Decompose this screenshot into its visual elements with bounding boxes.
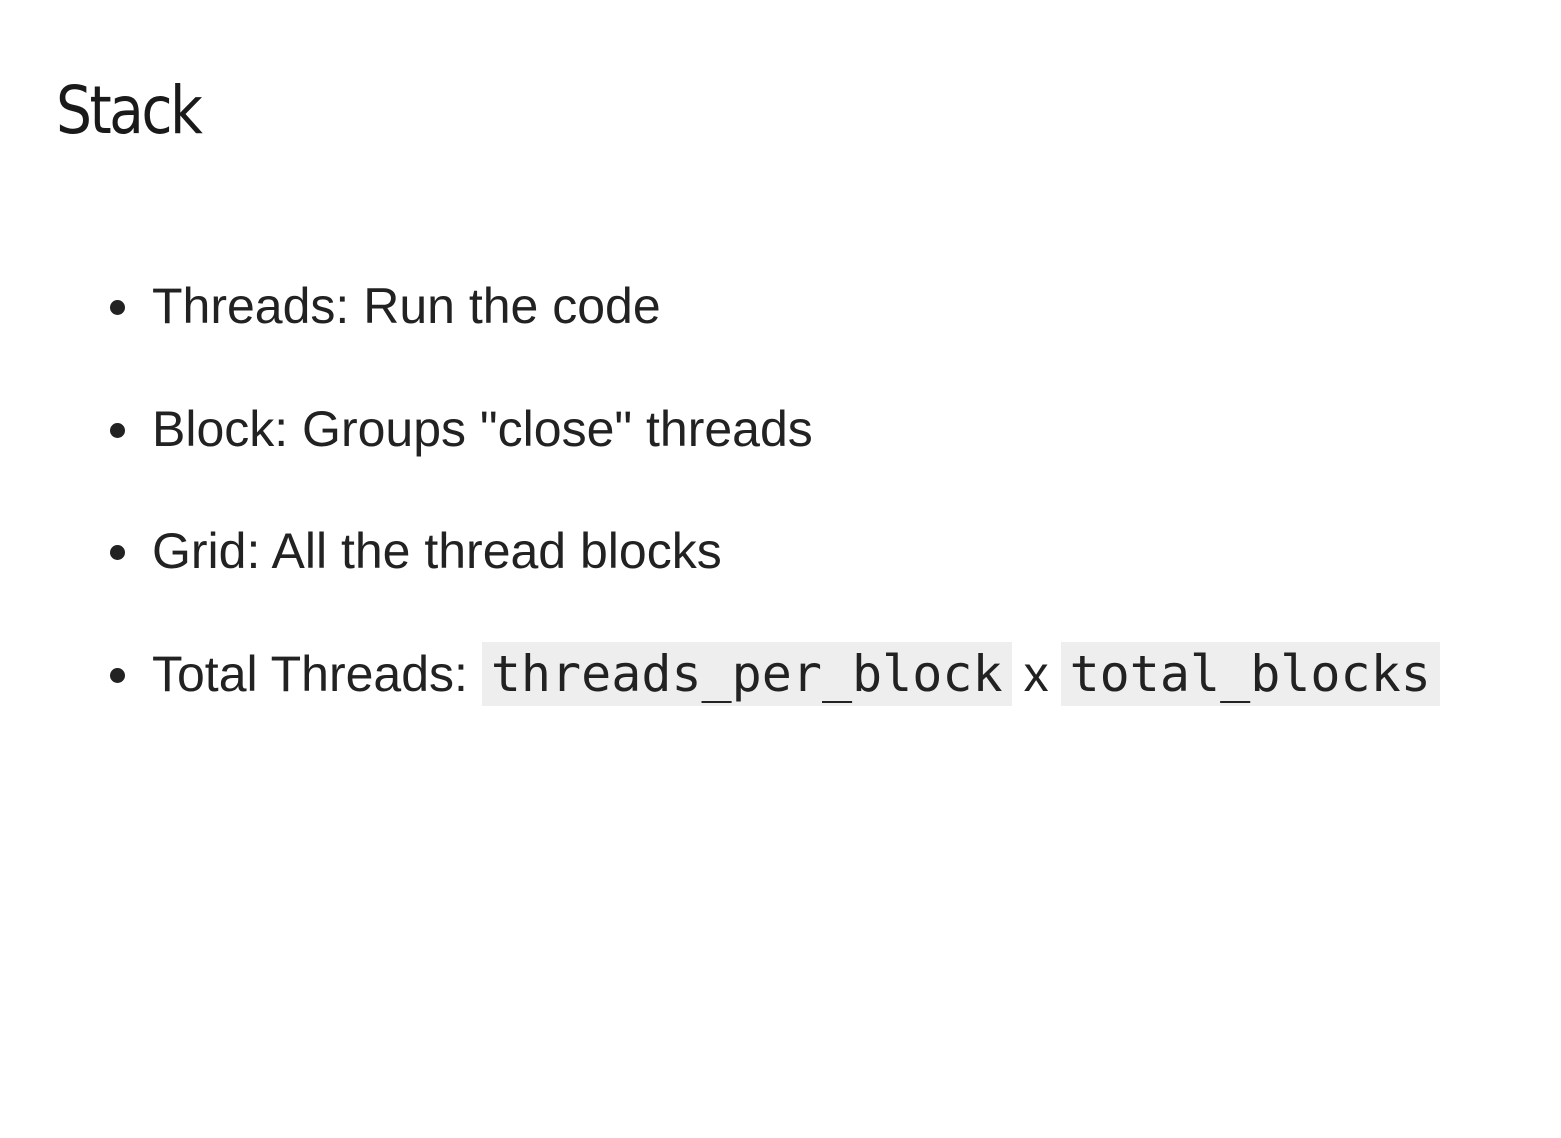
total-threads-item: Total Threads: threads_per_block x total_b… bbox=[0, 638, 1561, 761]
bullet-dot bbox=[110, 422, 125, 438]
bullet-text: Block: Groups "close" threads bbox=[152, 400, 813, 457]
total-blocks-code: total_blocks bbox=[1060, 641, 1440, 706]
bullet-list: Threads: Run the code Block: Groups "clo… bbox=[0, 270, 1561, 760]
multiply-operator: x bbox=[1023, 645, 1049, 702]
total-threads-label: Total Threads: bbox=[152, 645, 468, 702]
threads-per-block-code: threads_per_block bbox=[481, 641, 1012, 706]
slide-title: Stack bbox=[56, 72, 203, 149]
bullet-text: Threads: Run the code bbox=[152, 278, 661, 334]
bullet-dot bbox=[110, 300, 125, 315]
list-item: Grid: All the thread blocks bbox=[0, 515, 1561, 638]
slide: Stack Threads: Run the code Block: Group… bbox=[0, 0, 1561, 1138]
list-item: Threads: Run the code bbox=[0, 270, 1561, 393]
list-item: Block: Groups "close" threads bbox=[0, 393, 1561, 516]
bullet-dot bbox=[110, 667, 125, 683]
bullet-text: Grid: All the thread blocks bbox=[152, 523, 722, 579]
bullet-dot bbox=[110, 545, 125, 560]
